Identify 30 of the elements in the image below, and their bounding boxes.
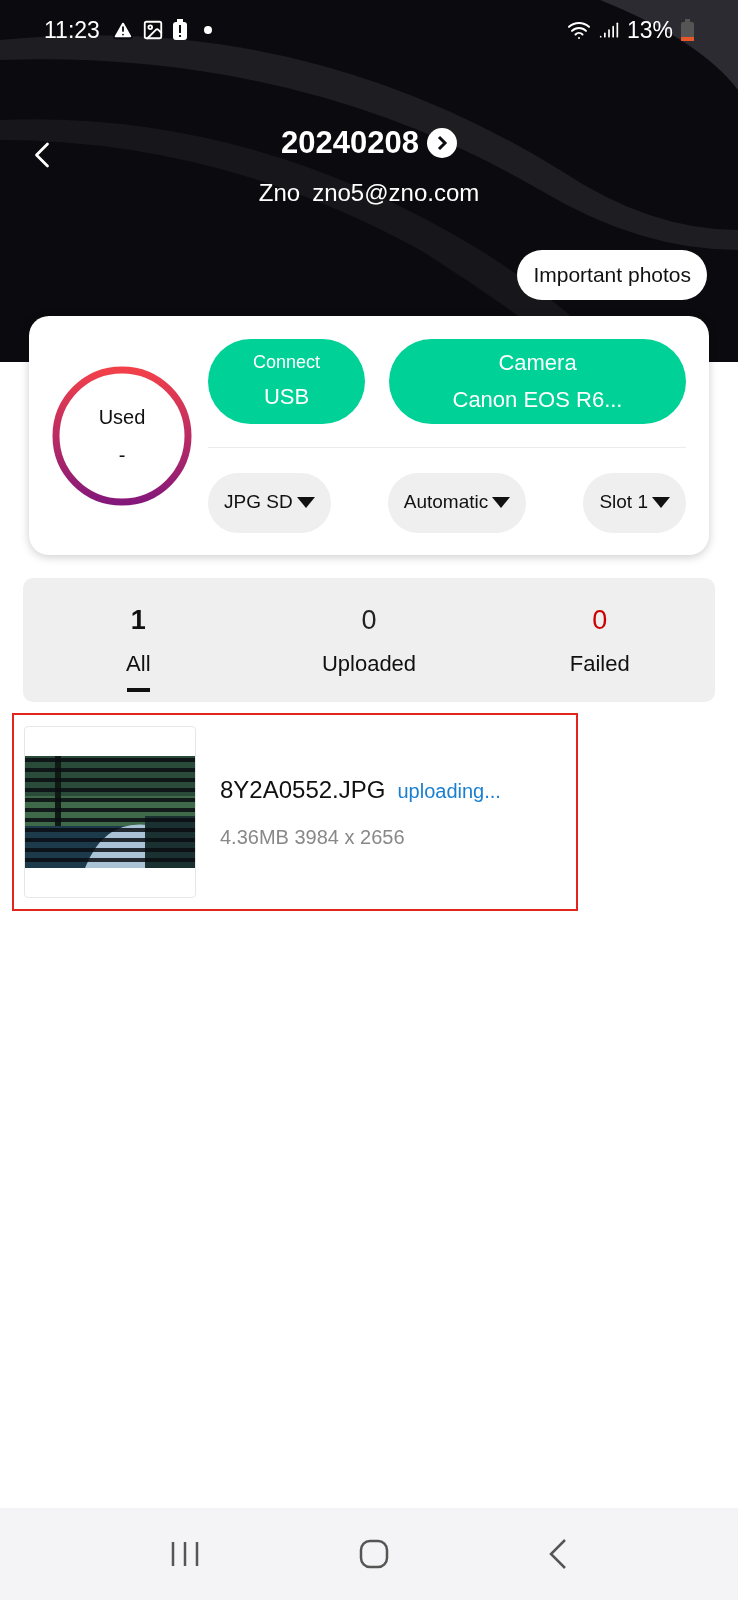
dot-icon: [203, 26, 212, 34]
image-icon: [141, 19, 164, 41]
filter-tab[interactable]: 1 All: [23, 600, 254, 692]
user-name: Zno: [258, 177, 301, 208]
caret-icon: [296, 497, 315, 508]
usage-value: -: [118, 442, 126, 468]
dropdown-button[interactable]: JPG SD: [208, 472, 331, 533]
signal-icon: [598, 20, 619, 40]
back-icon[interactable]: [548, 1538, 569, 1570]
warning-icon: [111, 19, 134, 41]
recent-apps-icon[interactable]: [169, 1540, 200, 1568]
file-row[interactable]: 8Y2A0552.JPG uploading... 4.36MB 3984 x 2656: [12, 713, 578, 911]
battery-icon: [681, 19, 694, 41]
file-name: 8Y2A0552.JPG: [220, 775, 386, 805]
caret-icon: [652, 497, 670, 508]
dropdown-button[interactable]: Automatic: [387, 472, 527, 533]
user-email: zno5@zno.com: [312, 177, 480, 208]
filter-tab[interactable]: 0 Uploaded: [253, 600, 485, 680]
battery-percent: 13%: [626, 15, 673, 45]
album-title: 20240208: [281, 124, 419, 162]
upload-status: uploading...: [397, 779, 501, 804]
chevron-circle-icon[interactable]: [426, 128, 457, 159]
dropdown-button[interactable]: Slot 1: [583, 472, 686, 533]
important-photos-button[interactable]: Important photos: [517, 250, 707, 300]
home-icon[interactable]: [359, 1539, 389, 1569]
usage-label: Used: [98, 404, 146, 430]
filter-tab[interactable]: 0 Failed: [484, 600, 715, 680]
file-details: 4.36MB 3984 x 2656: [220, 825, 406, 850]
status-time: 11:23: [44, 15, 100, 45]
caret-icon: [492, 497, 511, 508]
